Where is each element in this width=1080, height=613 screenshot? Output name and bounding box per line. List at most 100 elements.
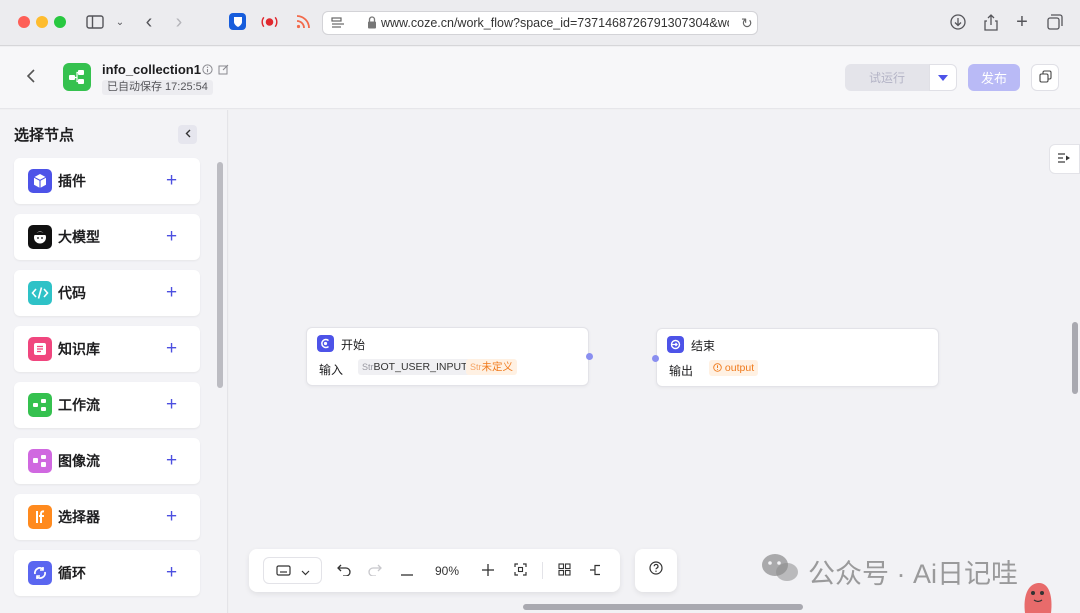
add-icon[interactable]: + bbox=[166, 282, 177, 304]
redo-icon bbox=[368, 563, 382, 579]
edit-icon[interactable] bbox=[218, 64, 229, 78]
sidebar-item-code[interactable]: 代码 + bbox=[14, 270, 200, 316]
keyboard-icon bbox=[275, 563, 291, 579]
sidebar-item-label: 大模型 bbox=[58, 229, 100, 245]
url-bar[interactable]: www.coze.cn/work_flow?space_id=737146872… bbox=[322, 11, 758, 35]
imageflow-icon bbox=[28, 449, 52, 473]
add-icon[interactable]: + bbox=[166, 562, 177, 584]
watermark: 公众号 · Ai日记哇 bbox=[760, 552, 1018, 591]
run-panel-button[interactable] bbox=[1049, 144, 1080, 174]
lock-icon bbox=[367, 16, 377, 32]
sidebar-item-plugin[interactable]: 插件 + bbox=[14, 158, 200, 204]
url-text: www.coze.cn/work_flow?space_id=737146872… bbox=[381, 16, 729, 30]
fit-view-button[interactable] bbox=[509, 557, 531, 584]
help-button[interactable] bbox=[635, 549, 677, 592]
knowledge-icon bbox=[28, 337, 52, 361]
sidebar-item-label: 插件 bbox=[58, 173, 86, 189]
page-format-icon[interactable] bbox=[331, 16, 345, 33]
copy-icon bbox=[1038, 69, 1052, 86]
variable-type: Str bbox=[470, 362, 482, 372]
auto-layout-button[interactable] bbox=[584, 557, 606, 584]
test-run-button[interactable]: 试运行 bbox=[845, 64, 929, 91]
share-icon[interactable] bbox=[981, 12, 1001, 32]
add-icon[interactable]: + bbox=[166, 394, 177, 416]
input-label: 输入 bbox=[319, 363, 344, 377]
add-icon[interactable]: + bbox=[166, 338, 177, 360]
add-icon[interactable]: + bbox=[166, 450, 177, 472]
rss-extension-icon[interactable] bbox=[294, 13, 311, 30]
autosave-status: 已自动保存 17:25:54 bbox=[102, 80, 213, 95]
minimize-window-button[interactable] bbox=[36, 16, 48, 28]
minimap-button[interactable] bbox=[553, 557, 575, 584]
sidebar-item-workflow[interactable]: 工作流 + bbox=[14, 382, 200, 428]
variable-name: BOT_USER_INPUT bbox=[373, 361, 468, 373]
undo-button[interactable] bbox=[333, 557, 355, 584]
back-icon[interactable]: ‹ bbox=[140, 11, 158, 33]
canvas-toolbar: 90% bbox=[249, 549, 620, 592]
output-variable-name: output bbox=[724, 362, 755, 374]
collapse-sidebar-button[interactable] bbox=[178, 125, 197, 144]
app-header: info_collection1 已自动保存 17:25:54 试运行 发布 bbox=[0, 47, 1080, 109]
sidebar-scrollbar[interactable] bbox=[217, 162, 223, 388]
mascot-icon bbox=[1020, 578, 1056, 613]
sidebar-toggle-icon[interactable] bbox=[85, 12, 105, 32]
tab-overview-icon[interactable] bbox=[1045, 12, 1065, 32]
sidebar-item-imageflow[interactable]: 图像流 + bbox=[14, 438, 200, 484]
help-icon bbox=[649, 561, 663, 580]
chevron-left-icon bbox=[185, 129, 191, 141]
sidebar-item-loop[interactable]: 循环 + bbox=[14, 550, 200, 596]
zoom-level[interactable]: 90% bbox=[427, 557, 467, 584]
redo-button[interactable] bbox=[364, 557, 386, 584]
end-node-title: 结束 bbox=[691, 339, 716, 353]
grid-icon bbox=[557, 562, 571, 579]
downloads-icon[interactable] bbox=[948, 12, 968, 32]
start-node[interactable]: 开始 输入 StrBOT_USER_INPUT Str未定义 bbox=[306, 327, 589, 386]
start-output-port[interactable] bbox=[586, 353, 593, 360]
minus-icon bbox=[401, 563, 413, 579]
record-extension-icon[interactable] bbox=[261, 13, 278, 30]
add-icon[interactable]: + bbox=[166, 170, 177, 192]
canvas-vertical-scrollbar[interactable] bbox=[1072, 322, 1078, 394]
sidebar-item-label: 代码 bbox=[58, 285, 86, 301]
undefined-label: 未定义 bbox=[481, 361, 514, 373]
end-node-icon bbox=[667, 336, 684, 353]
sidebar-title: 选择节点 bbox=[14, 127, 75, 144]
copy-button[interactable] bbox=[1031, 64, 1059, 91]
bitwarden-extension-icon[interactable] bbox=[229, 13, 246, 30]
zoom-in-button[interactable] bbox=[477, 557, 499, 584]
toolbar-divider bbox=[542, 562, 543, 579]
start-node-title: 开始 bbox=[341, 338, 366, 352]
interaction-mode-select[interactable] bbox=[263, 557, 322, 584]
zoom-window-button[interactable] bbox=[54, 16, 66, 28]
wechat-icon bbox=[760, 552, 800, 591]
add-icon[interactable]: + bbox=[166, 226, 177, 248]
close-window-button[interactable] bbox=[18, 16, 30, 28]
workflow-logo-icon bbox=[63, 63, 91, 91]
sidebar-item-selector[interactable]: 选择器 + bbox=[14, 494, 200, 540]
test-run-dropdown[interactable] bbox=[929, 64, 957, 91]
workflow-icon bbox=[28, 393, 52, 417]
sidebar-item-label: 循环 bbox=[58, 565, 86, 581]
start-node-icon bbox=[317, 335, 334, 352]
new-tab-icon[interactable]: + bbox=[1012, 11, 1032, 33]
zoom-out-button[interactable] bbox=[396, 557, 418, 584]
browser-chrome: ⌄ ‹ › www.coze.cn/work_flow?space_id=737… bbox=[0, 0, 1080, 46]
forward-icon[interactable]: › bbox=[170, 11, 188, 33]
app-title: info_collection1 bbox=[102, 62, 201, 77]
variable-type: Str bbox=[362, 362, 374, 372]
back-button[interactable] bbox=[26, 67, 36, 88]
panel-play-icon bbox=[1058, 152, 1071, 166]
info-icon[interactable] bbox=[202, 64, 213, 78]
reload-icon[interactable]: ↻ bbox=[741, 15, 753, 32]
chevron-down-icon[interactable]: ⌄ bbox=[113, 12, 127, 32]
sidebar-item-label: 工作流 bbox=[58, 397, 100, 413]
undo-icon bbox=[337, 563, 351, 579]
publish-button[interactable]: 发布 bbox=[968, 64, 1020, 91]
chevron-down-icon bbox=[301, 563, 310, 579]
canvas-horizontal-scrollbar[interactable] bbox=[523, 604, 803, 610]
sidebar-item-knowledge[interactable]: 知识库 + bbox=[14, 326, 200, 372]
add-icon[interactable]: + bbox=[166, 506, 177, 528]
end-node[interactable]: 结束 输出 output bbox=[656, 328, 939, 387]
sidebar-item-llm[interactable]: 大模型 + bbox=[14, 214, 200, 260]
end-input-port[interactable] bbox=[652, 355, 659, 362]
